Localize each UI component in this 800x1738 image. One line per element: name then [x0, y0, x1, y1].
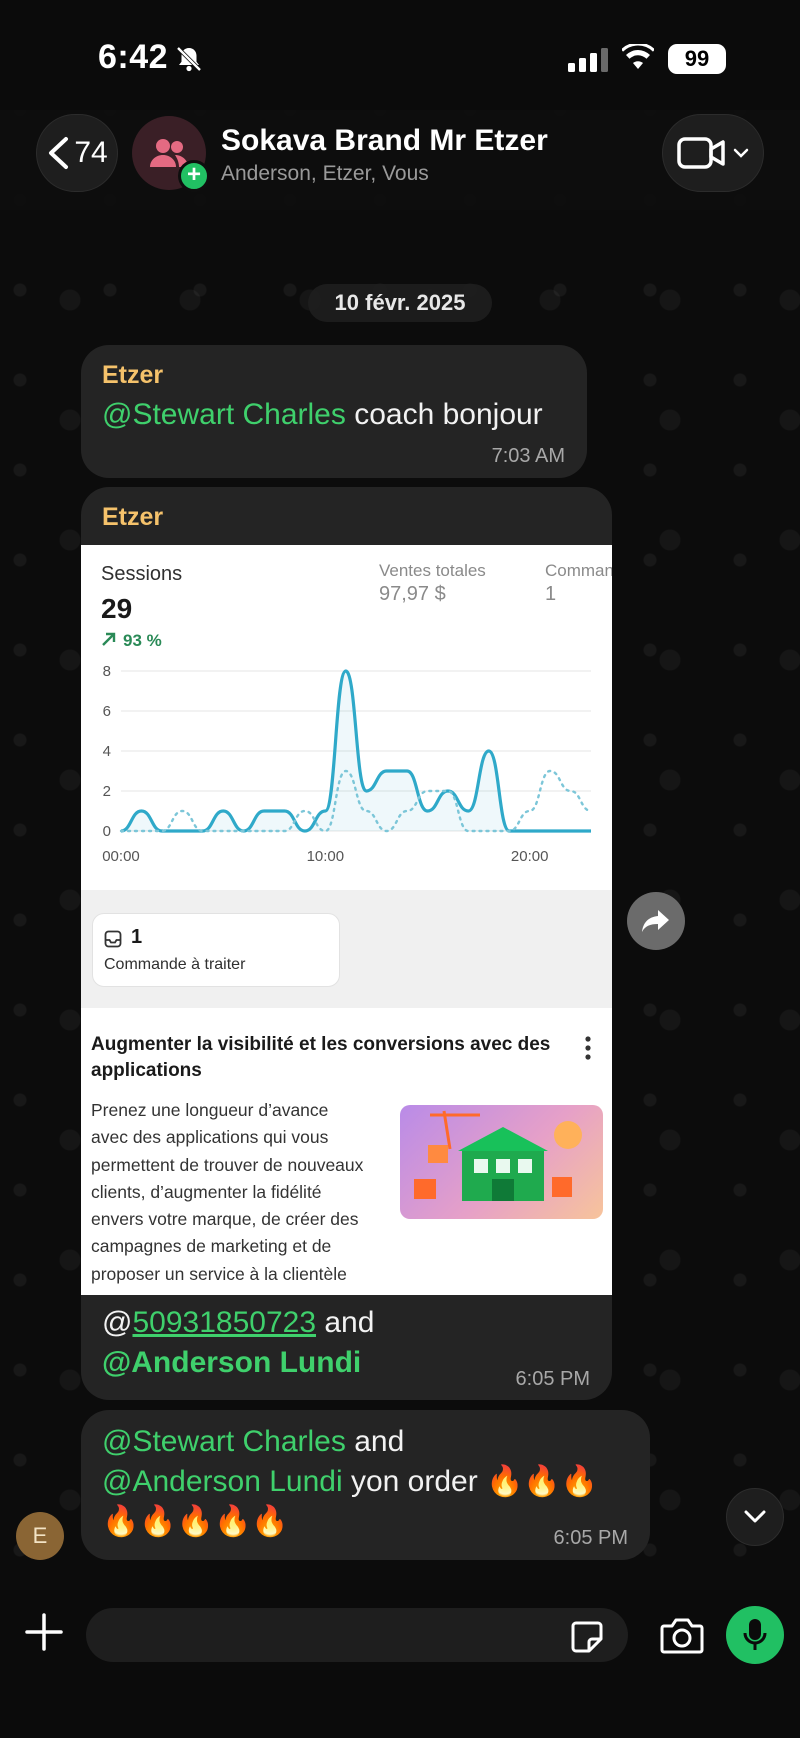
battery-indicator: 99: [668, 44, 726, 74]
y-tick-label: 6: [103, 703, 111, 720]
chevron-left-icon: [49, 137, 69, 169]
orders-label: Comman: [545, 561, 612, 580]
sessions-value: 29: [101, 593, 133, 624]
message-time: 6:05 PM: [553, 1527, 628, 1549]
message-line-3: 🔥🔥🔥🔥🔥: [102, 1505, 289, 1538]
unread-count: 74: [74, 136, 108, 169]
video-call-button[interactable]: [662, 114, 764, 192]
message-and: and: [345, 1425, 405, 1458]
x-tick-label: 10:00: [307, 848, 345, 865]
sender-name[interactable]: Etzer: [102, 503, 163, 532]
back-button[interactable]: 74: [36, 114, 118, 192]
orders-value: 1: [545, 583, 557, 605]
forward-button[interactable]: [627, 892, 685, 950]
voice-message-button[interactable]: [726, 1606, 784, 1664]
message-body: yon order 🔥🔥🔥: [342, 1465, 599, 1498]
message-caption-line2: @Anderson Lundi: [102, 1343, 361, 1383]
date-separator: 10 févr. 2025: [308, 284, 492, 322]
chat-header: 74 + Sokava Brand Mr Etzer Anderson, Etz…: [0, 110, 800, 210]
message-bubble[interactable]: @Stewart Charles and @Anderson Lundi yon…: [81, 1410, 650, 1560]
orders-to-process-card[interactable]: 1 Commande à traiter: [92, 913, 340, 987]
video-camera-icon: [677, 137, 725, 169]
x-tick-label: 20:00: [511, 848, 549, 865]
chat-members[interactable]: Anderson, Etzer, Vous: [221, 162, 429, 186]
add-member-icon[interactable]: +: [178, 160, 210, 192]
arrow-up-right-icon: [102, 632, 116, 646]
message-caption: @50931850723 and: [102, 1303, 374, 1343]
bell-off-icon: [176, 46, 202, 72]
phone-number-link[interactable]: 50931850723: [132, 1306, 316, 1339]
mention[interactable]: @Anderson Lundi: [102, 1465, 343, 1498]
sessions-line-chart: 0 2 4 6 8 00:00 10:00 20:00: [102, 663, 593, 865]
message-body: coach bonjour: [345, 398, 543, 431]
y-tick-label: 2: [103, 783, 111, 800]
sales-label: Ventes totales: [379, 561, 486, 580]
sender-avatar[interactable]: E: [16, 1512, 64, 1560]
scroll-to-bottom-button[interactable]: [726, 1488, 784, 1546]
orders-to-process-count: 1: [131, 926, 143, 948]
message-line-1: @Stewart Charles and: [102, 1422, 404, 1462]
mention[interactable]: @Stewart Charles: [102, 1425, 346, 1458]
caption-at: @: [102, 1306, 133, 1339]
promo-body: Prenez une longueur d’avance avec des ap…: [91, 1100, 364, 1284]
sender-name[interactable]: Etzer: [102, 361, 163, 390]
plus-icon[interactable]: [22, 1610, 66, 1654]
chevron-down-icon: [744, 1510, 766, 1523]
message-time: 6:05 PM: [515, 1368, 590, 1390]
y-tick-label: 8: [103, 663, 111, 680]
x-tick-label: 00:00: [102, 848, 140, 865]
mention[interactable]: @Anderson Lundi: [102, 1346, 361, 1379]
orders-to-process-label: Commande à traiter: [104, 956, 246, 973]
share-arrow-icon: [642, 910, 669, 932]
inbox-icon: [104, 930, 122, 948]
mention[interactable]: @Stewart Charles: [102, 398, 346, 431]
cell-signal-icon: [568, 48, 608, 72]
status-time: 6:42: [98, 38, 169, 76]
sessions-label: Sessions: [101, 563, 183, 585]
message-input-bar: [0, 1590, 800, 1738]
y-tick-label: 4: [103, 743, 111, 760]
message-line-2: @Anderson Lundi yon order 🔥🔥🔥: [102, 1462, 598, 1502]
chevron-down-icon: [733, 148, 749, 158]
message-bubble[interactable]: Etzer @Stewart Charles coach bonjour 7:0…: [81, 345, 587, 478]
y-tick-label: 0: [103, 823, 111, 840]
more-vertical-icon[interactable]: [583, 1035, 593, 1061]
camera-icon[interactable]: [660, 1616, 704, 1656]
sales-value: 97,97 $: [379, 583, 446, 605]
status-bar: 6:42 99: [0, 0, 800, 110]
microphone-icon: [743, 1619, 767, 1650]
message-text: @Stewart Charles coach bonjour: [102, 395, 543, 435]
promo-illustration: [400, 1105, 603, 1219]
sessions-change: 93 %: [123, 631, 162, 650]
caption-and: and: [316, 1306, 375, 1339]
message-input[interactable]: [86, 1608, 628, 1662]
chat-title[interactable]: Sokava Brand Mr Etzer: [221, 124, 548, 158]
shared-image[interactable]: Sessions 29 93 % Ventes totales 97,97 $ …: [81, 545, 612, 1295]
promo-title: Augmenter la visibilité et les conversio…: [91, 1034, 551, 1081]
message-time: 7:03 AM: [491, 445, 565, 467]
wifi-icon: [622, 44, 654, 69]
sticker-icon[interactable]: [570, 1620, 604, 1654]
